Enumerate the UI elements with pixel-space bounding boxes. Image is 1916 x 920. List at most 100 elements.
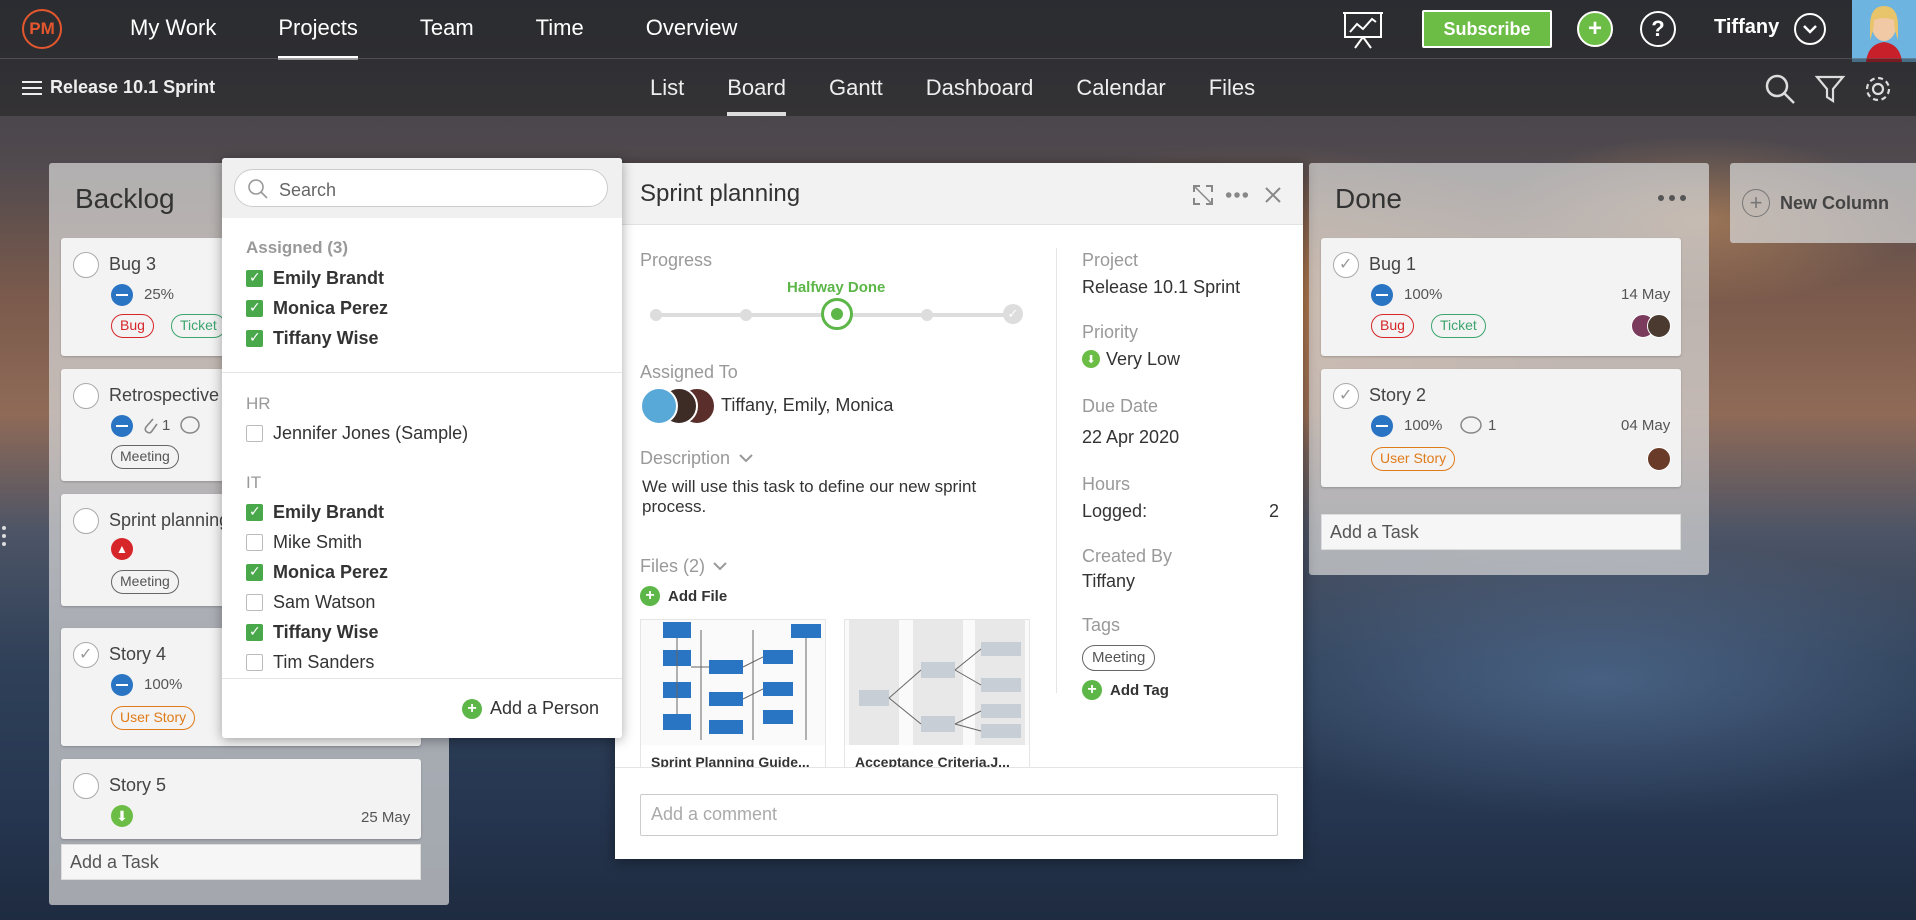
description-text[interactable]: We will use this task to define our new … <box>642 477 1022 517</box>
people-search-input[interactable]: Search <box>234 169 608 207</box>
progress-step[interactable] <box>921 309 933 321</box>
search-icon[interactable] <box>1764 73 1796 105</box>
nav-team[interactable]: Team <box>420 0 474 58</box>
add-tag-button[interactable]: + Add Tag <box>1082 680 1169 700</box>
person-row[interactable]: Monica Perez <box>246 296 388 320</box>
assignee-avatars[interactable] <box>640 387 716 425</box>
section-assigned: Assigned (3) <box>246 238 349 257</box>
description-label[interactable]: Description <box>640 448 730 469</box>
tab-calendar[interactable]: Calendar <box>1076 59 1165 117</box>
more-icon[interactable] <box>1657 193 1687 203</box>
tab-board[interactable]: Board <box>727 59 786 117</box>
person-row[interactable]: Emily Brandt <box>246 266 384 290</box>
task-card[interactable]: Story 2 100% 1 04 May User Story <box>1321 369 1681 487</box>
checkbox[interactable] <box>246 299 263 317</box>
divider <box>222 678 622 679</box>
filter-icon[interactable] <box>1814 73 1846 105</box>
person-row[interactable]: Emily Brandt <box>246 500 384 524</box>
checkbox[interactable] <box>246 533 263 551</box>
nav-overview[interactable]: Overview <box>646 0 738 58</box>
chevron-down-icon[interactable] <box>712 561 728 573</box>
checkbox[interactable] <box>246 653 263 671</box>
chevron-down-icon <box>1803 25 1817 34</box>
person-row[interactable]: Tim Sanders <box>246 650 374 674</box>
drag-handle-icon[interactable] <box>2 526 8 552</box>
user-avatar[interactable] <box>1852 0 1916 62</box>
app-logo[interactable]: PM <box>22 9 62 49</box>
gear-icon[interactable] <box>1862 73 1894 105</box>
tab-gantt[interactable]: Gantt <box>829 59 883 117</box>
checkbox[interactable] <box>246 623 263 641</box>
checkbox[interactable] <box>246 269 263 287</box>
tab-files[interactable]: Files <box>1209 59 1255 117</box>
person-name: Tim Sanders <box>273 651 375 672</box>
add-new-button[interactable]: + <box>1577 11 1613 47</box>
assigned-to-value[interactable]: Tiffany, Emily, Monica <box>721 395 893 416</box>
priority-value[interactable]: Very Low <box>1106 349 1180 370</box>
person-name: Monica Perez <box>273 561 389 582</box>
complete-checkbox[interactable] <box>73 642 99 668</box>
person-row[interactable]: Tiffany Wise <box>246 620 379 644</box>
tag-bug[interactable]: Bug <box>111 314 154 338</box>
tag-ticket[interactable]: Ticket <box>1431 314 1486 338</box>
new-column-button[interactable]: + New Column <box>1730 163 1916 243</box>
add-task-input[interactable]: Add a Task <box>61 844 421 880</box>
expand-icon[interactable] <box>1191 183 1215 207</box>
user-name[interactable]: Tiffany <box>1714 16 1779 39</box>
complete-checkbox[interactable] <box>73 252 99 278</box>
tag-meeting[interactable]: Meeting <box>111 445 179 469</box>
checkbox[interactable] <box>246 503 263 521</box>
add-person-button[interactable]: + Add a Person <box>462 698 599 719</box>
checkbox[interactable] <box>246 563 263 581</box>
more-icon[interactable] <box>1225 183 1249 207</box>
project-name[interactable]: Release 10.1 Sprint <box>50 77 215 98</box>
file-thumbnail[interactable]: Sprint Planning Guide... <box>640 619 826 769</box>
tag-meeting[interactable]: Meeting <box>111 570 179 594</box>
files-label[interactable]: Files (2) <box>640 556 705 577</box>
person-row[interactable]: Mike Smith <box>246 530 362 554</box>
nav-my-work[interactable]: My Work <box>130 0 216 58</box>
checkbox[interactable] <box>246 593 263 611</box>
complete-checkbox[interactable] <box>73 383 99 409</box>
add-task-input[interactable]: Add a Task <box>1321 514 1681 550</box>
checkbox[interactable] <box>246 424 263 442</box>
person-row[interactable]: Sam Watson <box>246 590 375 614</box>
checkbox[interactable] <box>246 329 263 347</box>
due-date-value[interactable]: 22 Apr 2020 <box>1082 427 1179 448</box>
tab-dashboard[interactable]: Dashboard <box>926 59 1034 117</box>
logged-value[interactable]: 2 <box>1269 501 1279 522</box>
person-row[interactable]: Tiffany Wise <box>246 326 379 350</box>
add-file-button[interactable]: + Add File <box>640 586 727 606</box>
task-card[interactable]: Bug 1 100% 14 May Bug Ticket <box>1321 238 1681 356</box>
comment-input[interactable]: Add a comment <box>640 794 1278 836</box>
tag-meeting[interactable]: Meeting <box>1082 645 1156 671</box>
complete-checkbox[interactable] <box>73 508 99 534</box>
nav-projects[interactable]: Projects <box>278 0 359 60</box>
project-value[interactable]: Release 10.1 Sprint <box>1082 277 1240 298</box>
person-row[interactable]: Monica Perez <box>246 560 388 584</box>
progress-complete-step[interactable]: ✓ <box>1003 304 1023 324</box>
tag-bug[interactable]: Bug <box>1371 314 1414 338</box>
complete-checkbox[interactable] <box>73 773 99 799</box>
tag-user-story[interactable]: User Story <box>1371 447 1456 471</box>
person-row[interactable]: Jennifer Jones (Sample) <box>246 421 468 445</box>
progress-step[interactable] <box>740 309 752 321</box>
close-icon[interactable] <box>1261 183 1285 207</box>
file-thumbnail[interactable]: Acceptance Criteria.J... <box>844 619 1030 769</box>
progress-step[interactable] <box>650 309 662 321</box>
user-menu-button[interactable] <box>1794 13 1826 45</box>
tab-list[interactable]: List <box>650 59 684 117</box>
presentation-icon[interactable] <box>1342 10 1384 50</box>
complete-checkbox[interactable] <box>1333 383 1359 409</box>
subscribe-button[interactable]: Subscribe <box>1422 10 1552 48</box>
tag-user-story[interactable]: User Story <box>111 706 196 730</box>
tag-ticket[interactable]: Ticket <box>171 314 226 338</box>
task-title[interactable]: Sprint planning <box>640 180 800 208</box>
chevron-down-icon[interactable] <box>738 453 754 465</box>
nav-time[interactable]: Time <box>536 0 584 58</box>
progress-current-step[interactable] <box>821 298 853 330</box>
help-button[interactable]: ? <box>1640 11 1676 47</box>
menu-icon[interactable] <box>22 81 42 95</box>
task-card[interactable]: Story 5 ⬇ 25 May <box>61 759 421 839</box>
complete-checkbox[interactable] <box>1333 252 1359 278</box>
